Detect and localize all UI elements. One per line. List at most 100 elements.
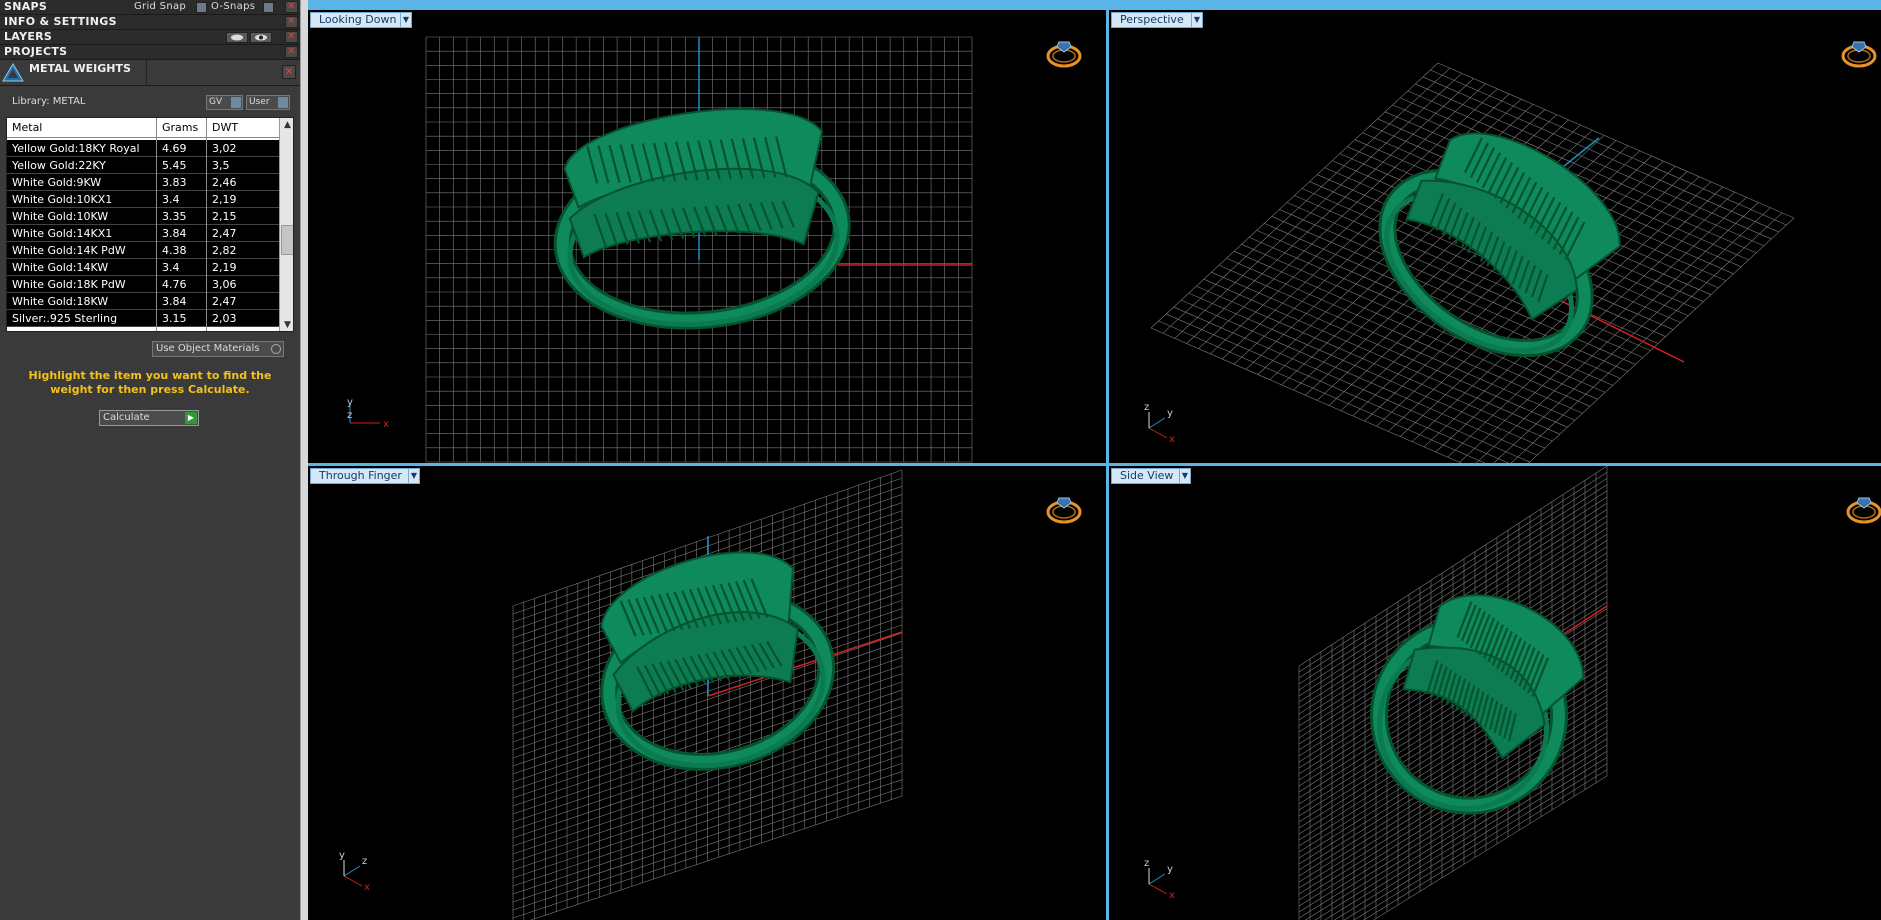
construction-grid	[1150, 62, 1795, 463]
metal-weights-icon	[2, 63, 24, 82]
close-icon[interactable]: ✕	[282, 65, 296, 79]
header-divider	[146, 60, 147, 86]
chevron-down-icon[interactable]: ▼	[1191, 12, 1203, 28]
dwt-cell: 2,46	[212, 176, 237, 189]
instruction-text: Highlight the item you want to find the …	[28, 369, 272, 396]
table-scrollbar[interactable]: ▲ ▼	[279, 118, 293, 331]
axis-y-line	[1148, 873, 1166, 885]
left-panel: SNAPS Grid Snap O-Snaps ✕ INFO & SETTING…	[0, 0, 300, 920]
metal-name-cell: White Gold:18KW	[12, 295, 109, 308]
viewport-scene: yzx	[339, 469, 1082, 920]
viewport-scene: yzx	[347, 36, 1082, 463]
info-settings-header[interactable]: INFO & SETTINGS ✕	[0, 15, 300, 30]
viewport-label[interactable]: Looking Down	[310, 12, 406, 28]
axis-label: y	[1167, 864, 1173, 875]
viewport-side-view[interactable]: z y x Side View ▼	[1109, 466, 1881, 920]
metal-name-cell: Yellow Gold:18KY Royal	[12, 142, 140, 155]
table-row[interactable]: White Gold:18K PdW 4.76 3,06	[7, 276, 279, 293]
metal-name-cell: White Gold:9KW	[12, 176, 102, 189]
viewport-looking-down[interactable]: yz x Looking Down ▼	[308, 10, 1106, 463]
user-button-label: User	[249, 97, 270, 107]
axis-label: z	[362, 856, 367, 867]
projects-header[interactable]: PROJECTS ✕	[0, 45, 300, 60]
axis-label: z	[1144, 402, 1149, 413]
axis-label: x	[364, 882, 370, 893]
viewport-label[interactable]: Side View	[1111, 468, 1183, 484]
grid-line	[1158, 320, 1486, 463]
dwt-cell: 3,06	[212, 278, 237, 291]
table-row[interactable]: Yellow Gold:22KY 5.45 3,5	[7, 157, 279, 174]
table-row[interactable]: Yellow Gold:18KY Royal 4.69 3,02	[7, 140, 279, 157]
ring-model	[1370, 594, 1585, 815]
layers-header[interactable]: LAYERS ✕	[0, 30, 300, 45]
view-cube-ring-icon	[1846, 497, 1881, 524]
o-snaps-toggle[interactable]	[263, 2, 274, 13]
dwt-cell: 2,47	[212, 227, 237, 240]
snaps-header[interactable]: SNAPS Grid Snap O-Snaps ✕	[0, 0, 300, 15]
viewport-scene: z y x	[1144, 41, 1877, 463]
grams-cell: 3.84	[162, 295, 187, 308]
calculate-label: Calculate	[103, 412, 150, 423]
close-icon[interactable]: ✕	[285, 1, 298, 13]
close-icon[interactable]: ✕	[285, 46, 298, 58]
table-row[interactable]: White Gold:14KX1 3.84 2,47	[7, 225, 279, 242]
metal-name-cell: Yellow Gold:22KY	[12, 159, 106, 172]
viewport-perspective[interactable]: z y x Perspective ▼	[1109, 10, 1881, 463]
viewport-splitter-horizontal[interactable]	[308, 463, 1881, 466]
user-button[interactable]: User	[246, 95, 290, 110]
info-settings-title: INFO & SETTINGS	[4, 15, 117, 28]
app-window: SNAPS Grid Snap O-Snaps ✕ INFO & SETTING…	[0, 0, 1881, 920]
scroll-up-icon[interactable]: ▲	[280, 118, 293, 133]
metal-name-cell: White Gold:10KX1	[12, 193, 113, 206]
axis-y-line	[1148, 417, 1166, 429]
layers-title: LAYERS	[4, 30, 53, 43]
viewport-label[interactable]: Perspective	[1111, 12, 1193, 28]
calculate-button[interactable]: Calculate ▶	[99, 410, 199, 426]
column-divider	[156, 118, 157, 331]
view-cube-ring-icon	[1046, 41, 1082, 68]
table-row[interactable]: Silver:.925 Sterling 3.15 2,03	[7, 310, 279, 327]
column-header-dwt[interactable]: DWT	[212, 121, 238, 134]
scroll-thumb[interactable]	[281, 225, 293, 255]
visibility-toggle-icon[interactable]	[226, 32, 248, 43]
dwt-cell: 2,82	[212, 244, 237, 257]
axis-label: y	[1167, 408, 1173, 419]
chevron-down-icon[interactable]: ▼	[400, 12, 412, 28]
scroll-down-icon[interactable]: ▼	[280, 318, 293, 331]
dwt-cell: 2,19	[212, 193, 237, 206]
chevron-down-icon[interactable]: ▼	[408, 468, 420, 484]
metal-weights-header[interactable]: METAL WEIGHTS ✕	[0, 60, 300, 86]
use-object-materials-button[interactable]: Use Object Materials	[152, 341, 284, 357]
gv-button[interactable]: GV	[206, 95, 243, 110]
column-header-grams[interactable]: Grams	[162, 121, 198, 134]
grid-snap-toggle[interactable]	[196, 2, 207, 13]
column-header-metal[interactable]: Metal	[12, 121, 42, 134]
dwt-cell: 3,5	[212, 159, 230, 172]
chevron-down-icon[interactable]: ▼	[1179, 468, 1191, 484]
table-row[interactable]: White Gold:14K PdW 4.38 2,82	[7, 242, 279, 259]
ring-model	[600, 551, 836, 771]
metal-name-cell: White Gold:14KX1	[12, 227, 113, 240]
table-row[interactable]: White Gold:10KW 3.35 2,15	[7, 208, 279, 225]
close-icon[interactable]: ✕	[285, 16, 298, 28]
dwt-cell: 2,19	[212, 261, 237, 274]
grams-cell: 4.38	[162, 244, 187, 257]
axis-label: x	[1169, 434, 1175, 445]
panel-splitter[interactable]	[300, 0, 308, 920]
view-cube-ring-icon	[1046, 497, 1082, 524]
table-row[interactable]: White Gold:10KX1 3.4 2,19	[7, 191, 279, 208]
table-row[interactable]: White Gold:18KW 3.84 2,47	[7, 293, 279, 310]
table-row[interactable]: White Gold:9KW 3.83 2,46	[7, 174, 279, 191]
viewport-through-finger[interactable]: y z x Through Finger ▼	[308, 466, 1106, 920]
table-row[interactable]: White Gold:14KW 3.4 2,19	[7, 259, 279, 276]
axis-label: z	[1144, 858, 1149, 869]
close-icon[interactable]: ✕	[285, 31, 298, 43]
grams-cell: 3.4	[162, 193, 180, 206]
grams-cell: 3.84	[162, 227, 187, 240]
viewport-label[interactable]: Through Finger	[310, 468, 411, 484]
eye-icon[interactable]	[250, 32, 272, 43]
gv-indicator	[231, 97, 241, 108]
o-snaps-label: O-Snaps	[211, 1, 256, 12]
grams-cell: 3.15	[162, 312, 187, 325]
metal-name-cell: White Gold:10KW	[12, 210, 109, 223]
